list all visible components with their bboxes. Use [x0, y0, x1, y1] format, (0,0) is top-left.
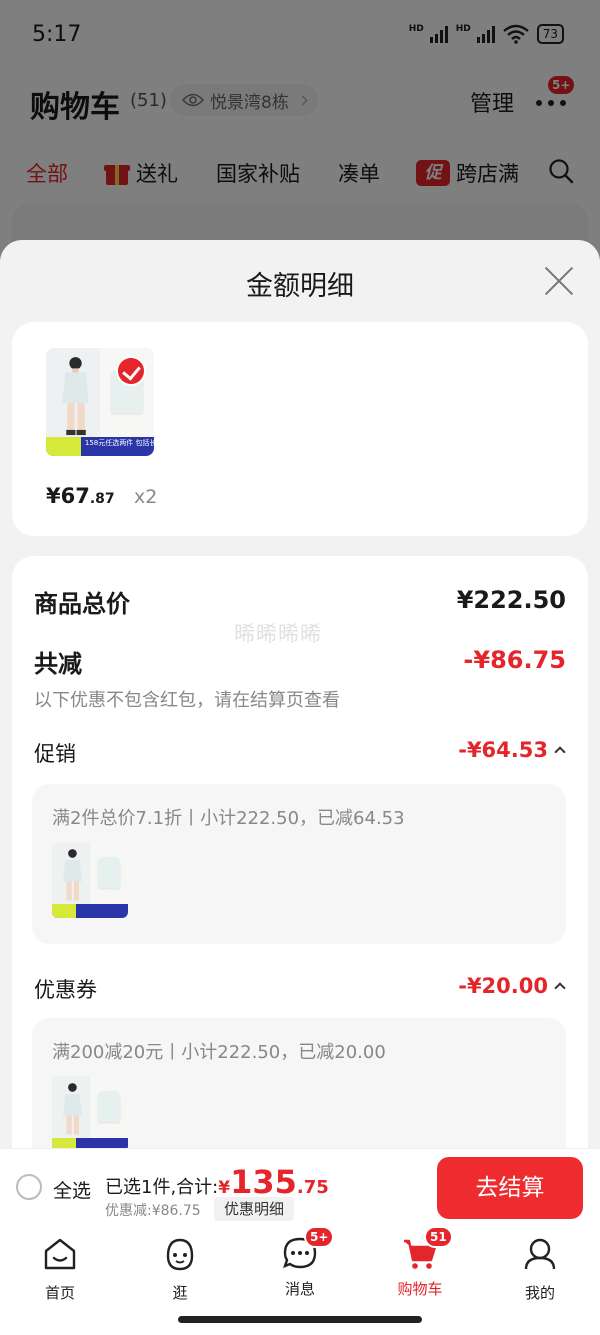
- sheet-title: 金额明细: [246, 271, 354, 302]
- chevron-up-icon: [554, 746, 566, 758]
- cart-badge: 51: [424, 1226, 453, 1248]
- chevron-up-icon: [554, 982, 566, 994]
- subtotal-label: 商品总价: [34, 590, 130, 618]
- messages-badge: 5+: [304, 1226, 335, 1248]
- promotion-value: -¥64.53: [458, 738, 548, 762]
- watermark: 晞晞晞晞: [234, 622, 322, 646]
- promotion-desc: 满2件总价7.1折丨小计222.50，已减64.53: [52, 808, 405, 829]
- coupon-product-thumb[interactable]: [52, 1076, 128, 1150]
- reduction-value: -¥86.75: [463, 646, 566, 674]
- tab-home[interactable]: 首页: [0, 1236, 120, 1303]
- tab-home-label: 首页: [44, 1284, 75, 1302]
- coupon-toggle[interactable]: -¥20.00: [458, 974, 566, 998]
- select-all-radio[interactable]: [16, 1174, 42, 1200]
- dim-overlay[interactable]: [0, 0, 600, 260]
- checkout-bar: 全选 已选1件,合计: ¥ 135 .75 优惠减:¥86.75 优惠明细 去结…: [0, 1148, 600, 1228]
- close-icon[interactable]: [542, 264, 576, 298]
- home-indicator[interactable]: [178, 1316, 422, 1323]
- coupon-box: 满200减20元丨小计222.50，已减20.00: [32, 1018, 566, 1150]
- total-amount: 135: [230, 1163, 297, 1201]
- tab-me[interactable]: 我的: [480, 1236, 600, 1303]
- price-breakdown-card: 商品总价 ¥222.50 共减 -¥86.75 以下优惠不包含红包，请在结算页查…: [12, 556, 588, 1150]
- promotion-label: 促销: [34, 742, 76, 766]
- reduction-label: 共减: [34, 650, 82, 678]
- discount-detail-button[interactable]: 优惠明细: [214, 1197, 295, 1221]
- tab-browse[interactable]: 逛: [120, 1236, 240, 1303]
- browse-face-icon: [166, 1238, 194, 1271]
- promotion-product-thumb[interactable]: [52, 842, 128, 918]
- amount-detail-sheet: 金额明细 158元任选两件 包括长裙 ¥67.87: [0, 240, 600, 1150]
- promotion-toggle[interactable]: -¥64.53: [458, 738, 566, 762]
- coupon-label: 优惠券: [34, 978, 97, 1002]
- subtotal-value: ¥222.50: [456, 586, 566, 614]
- product-caption: 158元任选两件 包括长裙: [84, 439, 154, 448]
- reduction-note: 以下优惠不包含红包，请在结算页查看: [34, 690, 340, 711]
- select-all-label[interactable]: 全选: [53, 1176, 91, 1203]
- coupon-desc: 满200减20元丨小计222.50，已减20.00: [52, 1042, 386, 1063]
- selected-check-icon[interactable]: [116, 356, 146, 386]
- tab-me-label: 我的: [524, 1284, 555, 1302]
- tab-messages-label: 消息: [284, 1280, 315, 1298]
- tab-browse-label: 逛: [172, 1284, 188, 1302]
- profile-icon: [524, 1238, 556, 1270]
- coupon-value: -¥20.00: [458, 974, 548, 998]
- selected-item-card: 158元任选两件 包括长裙 ¥67.87 x2: [12, 322, 588, 536]
- promotion-box: 满2件总价7.1折丨小计222.50，已减64.53: [32, 784, 566, 944]
- item-price: ¥67.87: [46, 484, 115, 508]
- home-icon: [44, 1238, 76, 1270]
- discount-amount: 优惠减:¥86.75: [105, 1203, 201, 1219]
- tab-cart[interactable]: 51 购物车: [360, 1226, 480, 1299]
- item-quantity: x2: [134, 486, 158, 508]
- checkout-button[interactable]: 去结算: [437, 1157, 583, 1219]
- tab-messages[interactable]: 5+ 消息: [240, 1226, 360, 1299]
- selection-summary: 已选1件,合计: ¥ 135 .75: [105, 1163, 329, 1201]
- tab-cart-label: 购物车: [397, 1280, 443, 1298]
